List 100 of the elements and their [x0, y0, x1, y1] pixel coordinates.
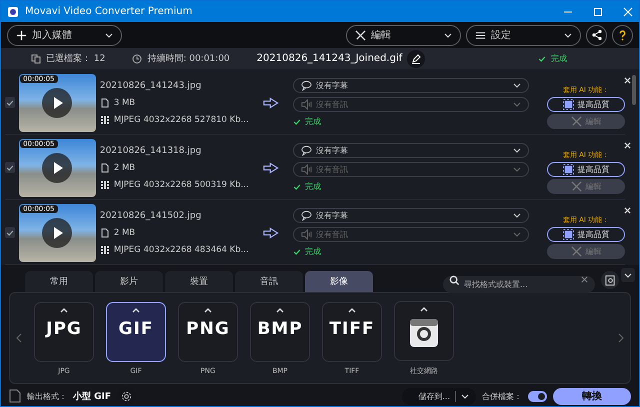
pencil-icon — [411, 54, 422, 64]
plus-icon — [16, 30, 27, 40]
file-name: 20210826_141318.jpg — [100, 146, 202, 156]
camera-icon — [409, 318, 439, 348]
format-logo: GIF — [118, 318, 154, 338]
film-icon — [100, 244, 110, 254]
format-card[interactable] — [394, 300, 454, 360]
chevron-up-icon[interactable] — [420, 306, 428, 312]
device-search-icon — [604, 274, 616, 286]
rename-button[interactable] — [407, 50, 426, 68]
play-icon[interactable] — [42, 88, 72, 118]
maximize-icon[interactable] — [593, 6, 603, 16]
window-title: Movavi Video Converter Premium — [25, 6, 192, 17]
gear-icon — [120, 390, 132, 402]
remove-icon[interactable] — [624, 76, 631, 84]
codec-info: MJPEG 4032x2268 483464 Kb... — [114, 244, 249, 254]
format-tab[interactable]: 裝置 — [165, 271, 233, 292]
format-card[interactable]: GIF — [106, 302, 166, 362]
convert-button[interactable]: 轉換 — [553, 388, 631, 404]
search-field[interactable]: 尋找格式或裝置... — [443, 276, 595, 292]
status-text: 完成 — [305, 181, 322, 192]
codec-info: MJPEG 4032x2268 500319 Kb... — [114, 180, 249, 190]
check-icon — [293, 182, 302, 190]
sliders-icon — [475, 30, 486, 40]
convert-arrow-icon — [262, 96, 280, 108]
format-tab[interactable]: 音訊 — [235, 271, 303, 292]
detect-device-button[interactable] — [601, 271, 619, 289]
chevron-down-icon — [444, 32, 452, 38]
file-name: 20210826_141243.jpg — [100, 80, 202, 90]
speech-bubble-icon — [301, 80, 312, 91]
format-card[interactable]: JPG — [34, 302, 94, 362]
scrollbar[interactable] — [632, 75, 636, 105]
scroll-left-icon[interactable] — [16, 333, 22, 343]
file-icon — [100, 228, 110, 238]
format-tab[interactable]: 常用 — [25, 271, 93, 292]
row-checkbox[interactable] — [5, 227, 16, 238]
file-size: 2 MB — [114, 162, 136, 172]
chevron-down-icon — [564, 32, 572, 38]
chevron-up-icon[interactable] — [276, 308, 284, 312]
check-icon — [538, 54, 546, 62]
file-name: 20210826_141502.jpg — [100, 210, 202, 220]
selected-files-count: 已選檔案： 12 — [46, 52, 106, 65]
collapse-button[interactable] — [621, 268, 635, 282]
enhance-icon — [562, 228, 574, 240]
merge-files-label: 合併檔案： — [482, 390, 522, 402]
subtitle-dropdown[interactable]: 沒有字幕 — [293, 143, 529, 158]
format-card[interactable]: TIFF — [322, 302, 382, 362]
output-format-label: 輸出格式： — [27, 390, 67, 402]
enhance-icon — [562, 164, 574, 174]
speaker-icon — [301, 164, 312, 175]
add-media-button[interactable]: 加入媒體 — [7, 24, 122, 46]
close-icon[interactable] — [623, 6, 633, 16]
chevron-up-icon[interactable] — [348, 308, 356, 312]
share-button[interactable] — [586, 24, 607, 46]
file-size: 3 MB — [114, 98, 136, 108]
row-checkbox[interactable] — [5, 97, 16, 108]
merge-toggle[interactable] — [528, 390, 547, 402]
chevron-down-icon — [624, 272, 632, 278]
search-icon — [449, 274, 460, 286]
help-button[interactable] — [612, 24, 633, 46]
help-icon — [619, 30, 626, 40]
file-icon — [100, 98, 110, 108]
format-card[interactable]: PNG — [178, 302, 238, 362]
chevron-down-icon — [513, 148, 521, 153]
play-icon[interactable] — [42, 152, 72, 182]
share-icon — [590, 29, 602, 41]
remove-icon[interactable] — [624, 142, 631, 148]
save-to-dropdown[interactable]: 儲存到... — [402, 388, 476, 404]
clear-icon[interactable] — [580, 274, 589, 284]
codec-info: MJPEG 4032x2268 527810 Kb... — [114, 114, 249, 124]
enhance-quality-button[interactable]: 提高品質 — [547, 162, 625, 176]
enhance-quality-button[interactable]: 提高品質 — [547, 226, 625, 242]
chevron-up-icon[interactable] — [60, 308, 68, 312]
format-card[interactable]: BMP — [250, 302, 310, 362]
settings-dropdown[interactable]: 設定 — [466, 24, 581, 46]
scroll-right-icon[interactable] — [618, 333, 624, 343]
app-logo-icon — [7, 6, 19, 18]
format-logo: TIFF — [329, 318, 375, 338]
chevron-up-icon[interactable] — [204, 308, 212, 312]
format-tab[interactable]: 影像 — [305, 271, 373, 292]
chevron-down-icon — [105, 32, 113, 38]
remove-icon[interactable] — [624, 206, 631, 214]
edit-dropdown[interactable]: 編輯 — [346, 24, 461, 46]
convert-arrow-icon — [262, 162, 280, 174]
subtitle-dropdown[interactable]: 沒有字幕 — [293, 208, 529, 223]
enhance-quality-button[interactable]: 提高品質 — [547, 96, 625, 112]
enhance-icon — [562, 98, 574, 110]
file-icon — [100, 162, 110, 172]
format-logo: PNG — [186, 318, 230, 338]
row-checkbox[interactable] — [5, 162, 16, 173]
play-icon[interactable] — [42, 218, 72, 248]
format-tab[interactable]: 影片 — [95, 271, 163, 292]
chevron-down-icon — [513, 102, 521, 107]
chevron-up-icon[interactable] — [132, 308, 140, 312]
convert-arrow-icon — [262, 226, 280, 238]
status-text: 完成 — [551, 53, 567, 64]
subtitle-dropdown[interactable]: 沒有字幕 — [293, 78, 529, 93]
film-icon — [100, 180, 110, 190]
output-format-value: 小型 GIF — [73, 390, 112, 402]
file-size: 2 MB — [114, 228, 136, 238]
